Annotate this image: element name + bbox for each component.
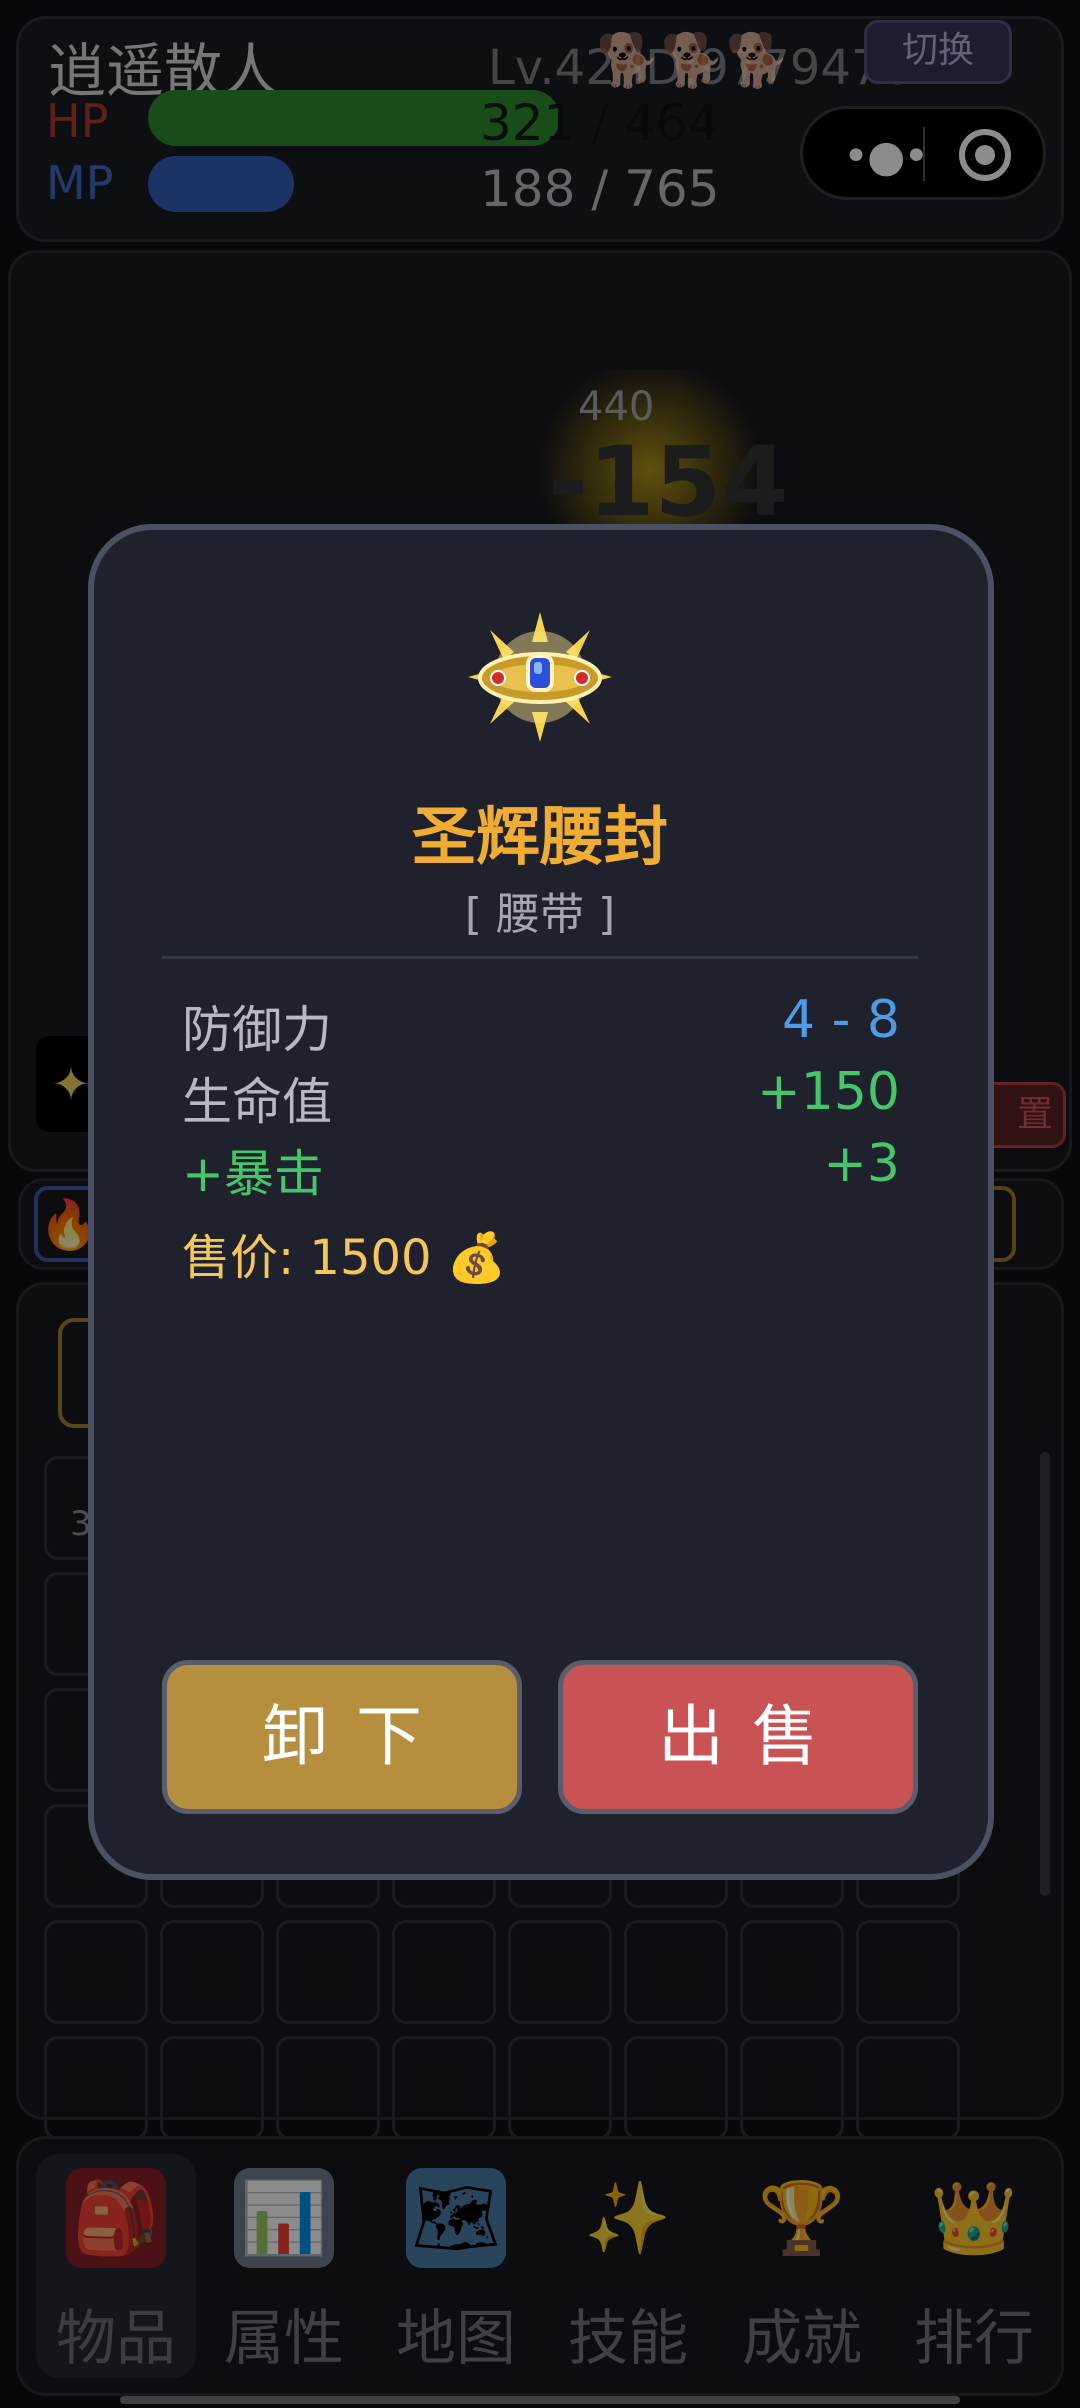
stat-value: 4 - 8 <box>782 990 900 1050</box>
stat-row-defense: 防御力 4 - 8 <box>182 990 900 1060</box>
unequip-button[interactable]: 卸下 <box>162 1660 522 1814</box>
belt-icon <box>468 612 612 742</box>
sell-price: 售价: 1500 💰 <box>182 1230 507 1286</box>
item-type: [ 腰带 ] <box>464 889 616 940</box>
stat-value: +3 <box>823 1134 900 1194</box>
modal-divider <box>162 956 918 959</box>
sell-button[interactable]: 出售 <box>558 1660 918 1814</box>
item-name: 圣辉腰封 <box>412 801 668 875</box>
stat-row-crit: +暴击 +3 <box>182 1134 900 1204</box>
stat-value: +150 <box>757 1062 900 1122</box>
stat-label: 防御力 <box>182 1001 332 1059</box>
stat-label: +暴击 <box>182 1145 324 1203</box>
stat-row-hp: 生命值 +150 <box>182 1062 900 1132</box>
stat-label: 生命值 <box>182 1073 332 1131</box>
